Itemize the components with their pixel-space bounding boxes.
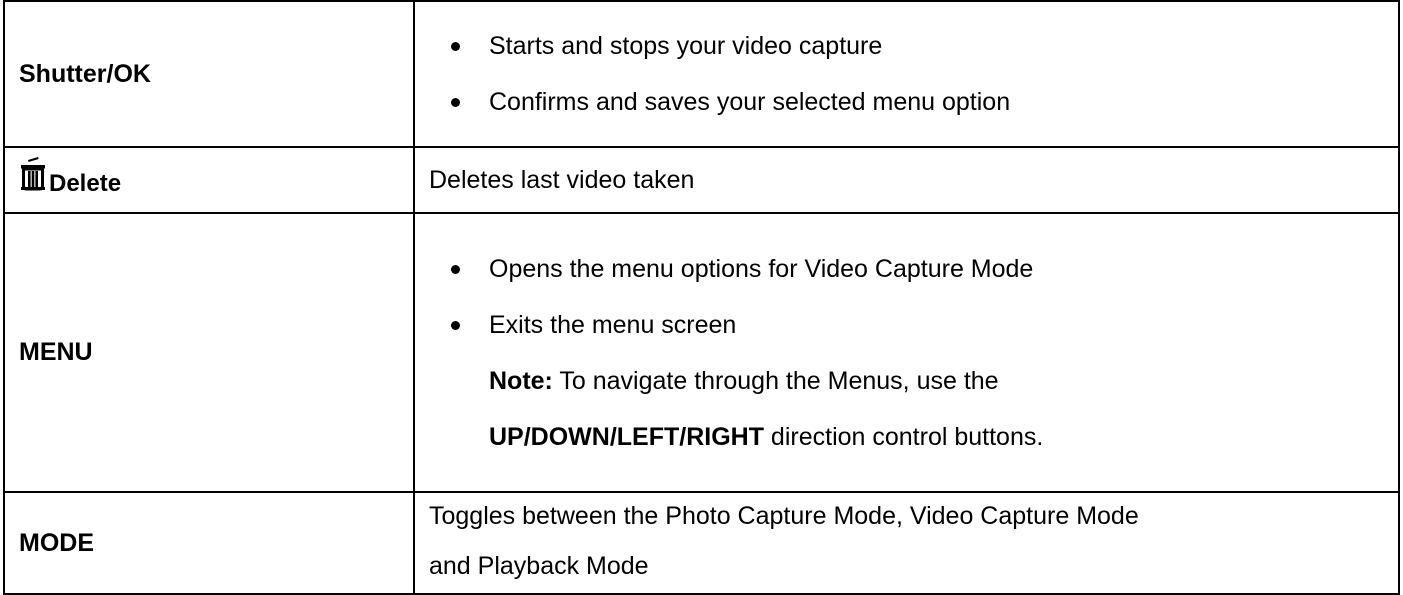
button-name-delete: Delete (3, 146, 415, 214)
note-end: direction control buttons. (763, 422, 1044, 451)
button-name-shutter: Shutter/OK (3, 0, 415, 148)
bullet-item: Opens the menu options for Video Capture… (429, 241, 1398, 297)
description-mode: Toggles between the Photo Capture Mode, … (413, 491, 1400, 595)
description-delete: Deletes last video taken (413, 146, 1400, 214)
description-line-1: Toggles between the Photo Capture Mode, … (429, 502, 1139, 530)
bullet-item: Confirms and saves your selected menu op… (429, 74, 1398, 130)
table-row-shutter: Shutter/OK Starts and stops your video c… (3, 0, 1400, 148)
description-menu: Opens the menu options for Video Capture… (413, 212, 1400, 493)
bullet-list: Starts and stops your video capture Conf… (429, 18, 1398, 130)
button-name-mode: MODE (3, 491, 415, 595)
note-line-1: Note: To navigate through the Menus, use… (429, 353, 1398, 409)
note-text: To navigate through the Menus, use the (552, 366, 999, 395)
table-row-delete: Delete Deletes last video taken (3, 146, 1400, 214)
button-name-menu: MENU (3, 212, 415, 493)
bullet-item: Starts and stops your video capture (429, 18, 1398, 74)
note-directions: UP/DOWN/LEFT/RIGHT (489, 422, 764, 451)
bullet-list: Opens the menu options for Video Capture… (429, 241, 1398, 353)
description-line-2: and Playback Mode (429, 552, 649, 580)
description-shutter: Starts and stops your video capture Conf… (413, 0, 1400, 148)
note-label: Note: (489, 366, 553, 395)
button-function-table: Shutter/OK Starts and stops your video c… (3, 0, 1400, 595)
trash-icon (19, 156, 47, 192)
button-name-delete-label: Delete (49, 170, 122, 197)
table-row-menu: MENU Opens the menu options for Video Ca… (3, 212, 1400, 493)
note-line-2: UP/DOWN/LEFT/RIGHT direction control but… (429, 409, 1398, 465)
bullet-item: Exits the menu screen (429, 297, 1398, 353)
table-row-mode: MODE Toggles between the Photo Capture M… (3, 491, 1400, 595)
description-text: Deletes last video taken (429, 166, 695, 194)
